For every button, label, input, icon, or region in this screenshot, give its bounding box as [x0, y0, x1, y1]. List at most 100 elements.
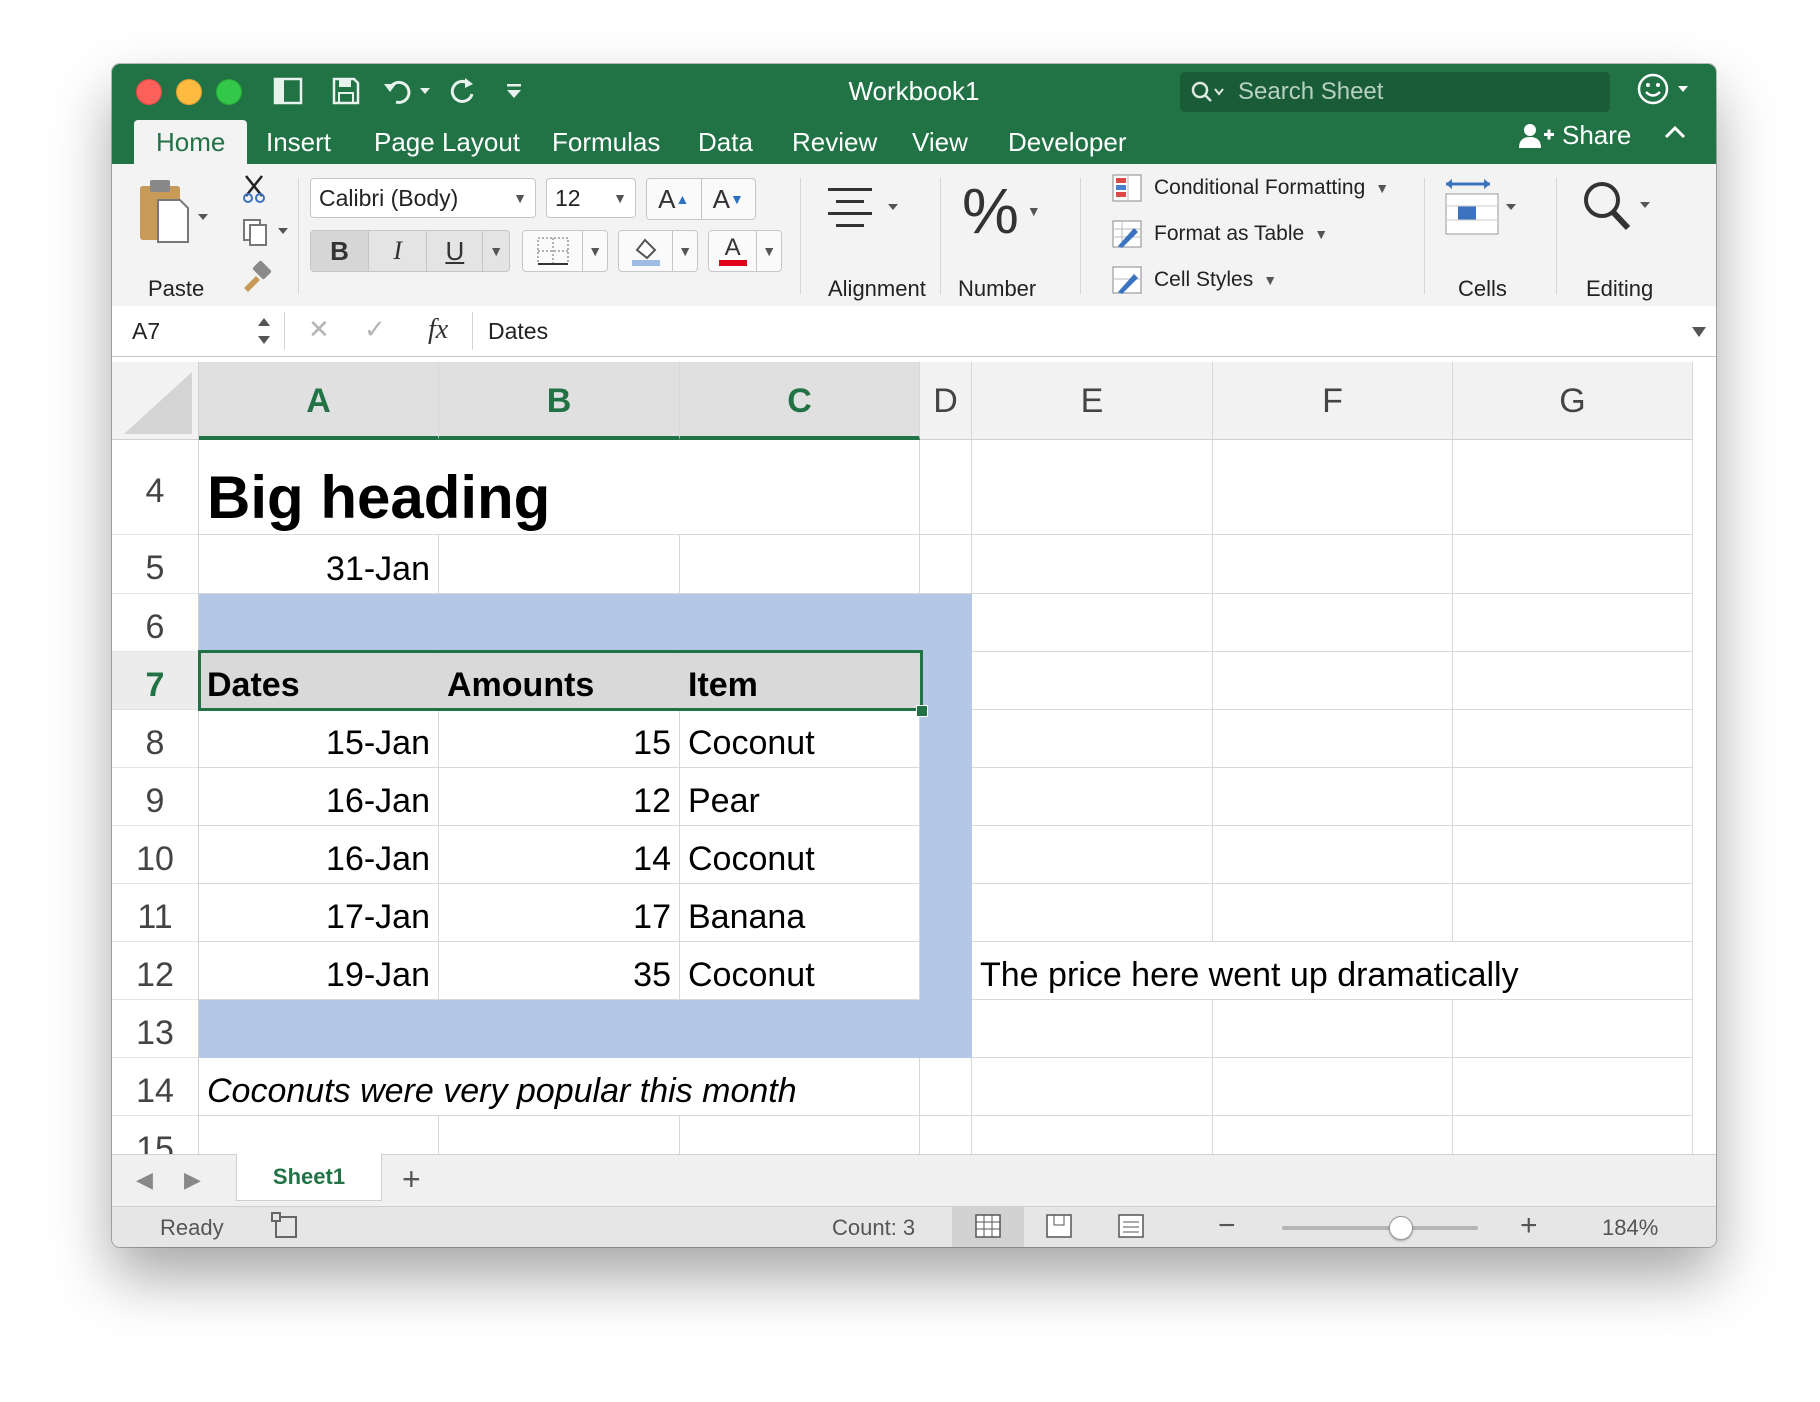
row-header-5[interactable]: 5: [112, 535, 199, 594]
confirm-entry-icon[interactable]: ✓: [364, 314, 386, 345]
cell-a12[interactable]: 19-Jan: [199, 942, 439, 1000]
page-layout-view-button[interactable]: [1042, 1211, 1076, 1247]
formula-input[interactable]: Dates: [488, 318, 548, 345]
cell-g13[interactable]: [1453, 1000, 1693, 1058]
row-header-7[interactable]: 7: [112, 652, 199, 710]
cell-d12[interactable]: [920, 942, 972, 1000]
increase-font-size-button[interactable]: A ▲: [647, 179, 702, 219]
cell-g7[interactable]: [1453, 652, 1693, 710]
paste-button[interactable]: [136, 176, 216, 251]
cell-e4[interactable]: [972, 440, 1213, 535]
cell-d9[interactable]: [920, 768, 972, 826]
fill-color-button[interactable]: ▼: [618, 230, 698, 272]
select-all-corner[interactable]: [112, 362, 199, 440]
number-format-button[interactable]: % ▼: [962, 174, 1041, 248]
cell-g5[interactable]: [1453, 535, 1693, 594]
insert-function-button[interactable]: fx: [428, 314, 448, 346]
cell-f5[interactable]: [1213, 535, 1453, 594]
cell-d6[interactable]: [920, 594, 972, 652]
cell-b5[interactable]: [439, 535, 680, 594]
column-header-g[interactable]: G: [1453, 362, 1693, 440]
conditional-formatting-button[interactable]: Conditional Formatting ▼: [1112, 174, 1389, 202]
cell-c4[interactable]: [680, 440, 920, 535]
tab-home[interactable]: Home: [134, 120, 248, 164]
cell-b12[interactable]: 35: [439, 942, 680, 1000]
cell-b7[interactable]: Amounts: [439, 652, 680, 710]
cell-f13[interactable]: [1213, 1000, 1453, 1058]
cell-c5[interactable]: [680, 535, 920, 594]
sheet-tab-sheet1[interactable]: Sheet1: [236, 1154, 382, 1201]
row-header-4[interactable]: 4: [112, 440, 199, 535]
row-header-13[interactable]: 13: [112, 1000, 199, 1058]
add-sheet-button[interactable]: +: [402, 1161, 421, 1198]
tab-developer[interactable]: Developer: [986, 120, 1149, 164]
cell-styles-button[interactable]: Cell Styles ▼: [1112, 266, 1277, 294]
row-header-9[interactable]: 9: [112, 768, 199, 826]
feedback-smiley-icon[interactable]: [1636, 72, 1700, 113]
cell-g10[interactable]: [1453, 826, 1693, 884]
cell-c12[interactable]: Coconut: [680, 942, 920, 1000]
cell-d4[interactable]: [920, 440, 972, 535]
cell-e8[interactable]: [972, 710, 1213, 768]
cell-g9[interactable]: [1453, 768, 1693, 826]
cell-c8[interactable]: Coconut: [680, 710, 920, 768]
previous-sheet-icon[interactable]: ◀: [136, 1167, 153, 1193]
cell-g14[interactable]: [1453, 1058, 1693, 1116]
column-header-f[interactable]: F: [1213, 362, 1453, 440]
format-painter-icon[interactable]: [240, 260, 274, 297]
cell-b11[interactable]: 17: [439, 884, 680, 942]
cell-a6[interactable]: [199, 594, 439, 652]
cell-f4[interactable]: [1213, 440, 1453, 535]
cell-f7[interactable]: [1213, 652, 1453, 710]
cell-d5[interactable]: [920, 535, 972, 594]
cell-d13[interactable]: [920, 1000, 972, 1058]
tab-insert[interactable]: Insert: [244, 120, 353, 164]
search-sheet-field[interactable]: Search Sheet: [1180, 72, 1610, 112]
cell-e7[interactable]: [972, 652, 1213, 710]
cell-a14[interactable]: Coconuts were very popular this month: [199, 1058, 797, 1116]
cell-a4[interactable]: Big heading: [199, 440, 550, 535]
font-size-select[interactable]: 12 ▼: [546, 178, 636, 218]
editing-button[interactable]: [1580, 178, 1660, 243]
cell-c7[interactable]: Item: [680, 652, 920, 710]
cell-g11[interactable]: [1453, 884, 1693, 942]
cell-g4[interactable]: [1453, 440, 1693, 535]
cut-icon[interactable]: [240, 174, 270, 209]
cell-g6[interactable]: [1453, 594, 1693, 652]
cell-b9[interactable]: 12: [439, 768, 680, 826]
tab-view[interactable]: View: [890, 120, 990, 164]
cells-button[interactable]: [1442, 178, 1522, 243]
column-header-a[interactable]: A: [199, 362, 439, 440]
column-header-b[interactable]: B: [439, 362, 680, 440]
cancel-entry-icon[interactable]: ✕: [308, 314, 330, 345]
column-header-d[interactable]: D: [920, 362, 972, 440]
cell-c9[interactable]: Pear: [680, 768, 920, 826]
cell-a10[interactable]: 16-Jan: [199, 826, 439, 884]
cell-b6[interactable]: [439, 594, 680, 652]
cell-a13[interactable]: [199, 1000, 439, 1058]
decrease-font-size-button[interactable]: A ▼: [702, 179, 756, 219]
cell-e13[interactable]: [972, 1000, 1213, 1058]
cell-a8[interactable]: 15-Jan: [199, 710, 439, 768]
copy-icon[interactable]: [240, 216, 300, 251]
cell-b8[interactable]: 15: [439, 710, 680, 768]
cell-c10[interactable]: Coconut: [680, 826, 920, 884]
cell-b10[interactable]: 14: [439, 826, 680, 884]
cell-e9[interactable]: [972, 768, 1213, 826]
cell-f9[interactable]: [1213, 768, 1453, 826]
name-box-stepper-icon[interactable]: [256, 312, 272, 355]
cell-e14[interactable]: [972, 1058, 1213, 1116]
cell-c13[interactable]: [680, 1000, 920, 1058]
column-header-e[interactable]: E: [972, 362, 1213, 440]
alignment-button[interactable]: [826, 182, 906, 237]
column-header-c[interactable]: C: [680, 362, 920, 440]
row-header-6[interactable]: 6: [112, 594, 199, 652]
cell-a9[interactable]: 16-Jan: [199, 768, 439, 826]
cell-f6[interactable]: [1213, 594, 1453, 652]
cell-f8[interactable]: [1213, 710, 1453, 768]
row-header-11[interactable]: 11: [112, 884, 199, 942]
font-color-button[interactable]: A ▼: [708, 230, 782, 272]
tab-formulas[interactable]: Formulas: [530, 120, 682, 164]
cell-e10[interactable]: [972, 826, 1213, 884]
name-box[interactable]: A7: [132, 318, 160, 345]
